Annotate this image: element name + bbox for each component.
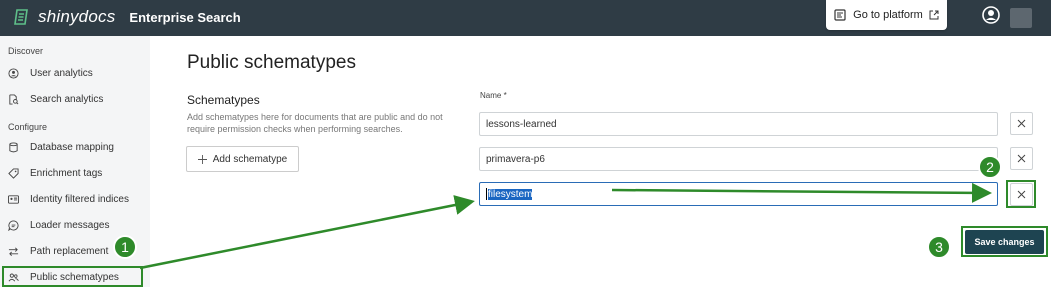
schematypes-heading: Schematypes bbox=[187, 93, 260, 107]
database-icon bbox=[9, 141, 18, 152]
platform-icon bbox=[834, 9, 846, 21]
close-icon bbox=[1017, 154, 1026, 163]
sidebar-heading-discover: Discover bbox=[8, 46, 44, 56]
sidebar-item-search-analytics[interactable]: Search analytics bbox=[8, 88, 146, 110]
brand[interactable]: shinydocs Enterprise Search bbox=[12, 6, 241, 28]
add-schematype-button[interactable]: Add schematype bbox=[186, 146, 299, 172]
sidebar-item-label: Database mapping bbox=[30, 141, 114, 153]
sidebar-item-database-mapping[interactable]: Database mapping bbox=[8, 136, 146, 158]
sidebar-item-label: User analytics bbox=[30, 67, 93, 79]
sidebar-heading-configure: Configure bbox=[8, 122, 48, 132]
shinydocs-logo-icon bbox=[14, 9, 28, 25]
close-icon bbox=[1017, 119, 1026, 128]
sidebar-item-label: Loader messages bbox=[30, 219, 110, 231]
step-badge-2: 2 bbox=[978, 155, 1002, 179]
sidebar-item-label: Identity filtered indices bbox=[30, 193, 129, 205]
remove-schematype-button[interactable] bbox=[1010, 147, 1033, 170]
annotation-arrows bbox=[139, 182, 992, 270]
arrow-to-input bbox=[139, 195, 475, 270]
add-schematype-label: Add schematype bbox=[212, 153, 288, 165]
user-circle-icon bbox=[8, 67, 19, 79]
user-name-redacted[interactable] bbox=[1010, 8, 1032, 28]
remove-schematype-button[interactable] bbox=[1010, 112, 1033, 135]
schematype-value: lessons-learned bbox=[486, 118, 557, 130]
schematype-input-active[interactable]: filesystem bbox=[479, 182, 998, 206]
highlight-remove-button bbox=[1006, 180, 1036, 208]
tag-icon bbox=[8, 167, 19, 179]
sidebar-item-label: Path replacement bbox=[30, 245, 109, 257]
sidebar-item-identity-filtered-indices[interactable]: Identity filtered indices bbox=[8, 188, 146, 210]
top-bar: shinydocs Enterprise Search Go to platfo… bbox=[0, 0, 1051, 36]
sidebar-item-enrichment-tags[interactable]: Enrichment tags bbox=[8, 162, 146, 184]
sidebar-item-loader-messages[interactable]: Loader messages bbox=[8, 214, 146, 236]
plus-icon bbox=[197, 154, 207, 164]
highlight-save-button bbox=[961, 226, 1048, 257]
highlight-public-schematypes bbox=[2, 266, 143, 287]
text-caret bbox=[486, 188, 487, 200]
brand-name: shinydocs bbox=[38, 7, 116, 26]
schematype-value: primavera-p6 bbox=[486, 153, 545, 165]
sidebar-item-label: Search analytics bbox=[30, 93, 104, 105]
name-field-label: Name * bbox=[480, 91, 507, 100]
search-doc-icon bbox=[9, 93, 19, 105]
go-to-platform-label: Go to platform bbox=[853, 9, 923, 21]
external-link-icon bbox=[929, 10, 939, 20]
message-icon bbox=[8, 219, 19, 231]
go-to-platform-button[interactable]: Go to platform bbox=[826, 0, 947, 30]
account-avatar-icon[interactable] bbox=[982, 6, 1000, 24]
step-badge-3: 3 bbox=[927, 235, 951, 259]
schematype-input[interactable]: lessons-learned bbox=[479, 112, 998, 136]
step-badge-1: 1 bbox=[113, 235, 137, 259]
arrows-swap-icon bbox=[8, 247, 19, 256]
schematypes-description: Add schematypes here for documents that … bbox=[187, 112, 443, 134]
id-card-icon bbox=[8, 194, 19, 204]
sidebar-item-user-analytics[interactable]: User analytics bbox=[8, 62, 146, 84]
sidebar-item-label: Enrichment tags bbox=[30, 167, 103, 179]
page-title: Public schematypes bbox=[187, 52, 356, 73]
app-title: Enterprise Search bbox=[129, 9, 241, 25]
schematype-input[interactable]: primavera-p6 bbox=[479, 147, 998, 171]
schematype-value-selected: filesystem bbox=[488, 188, 533, 200]
